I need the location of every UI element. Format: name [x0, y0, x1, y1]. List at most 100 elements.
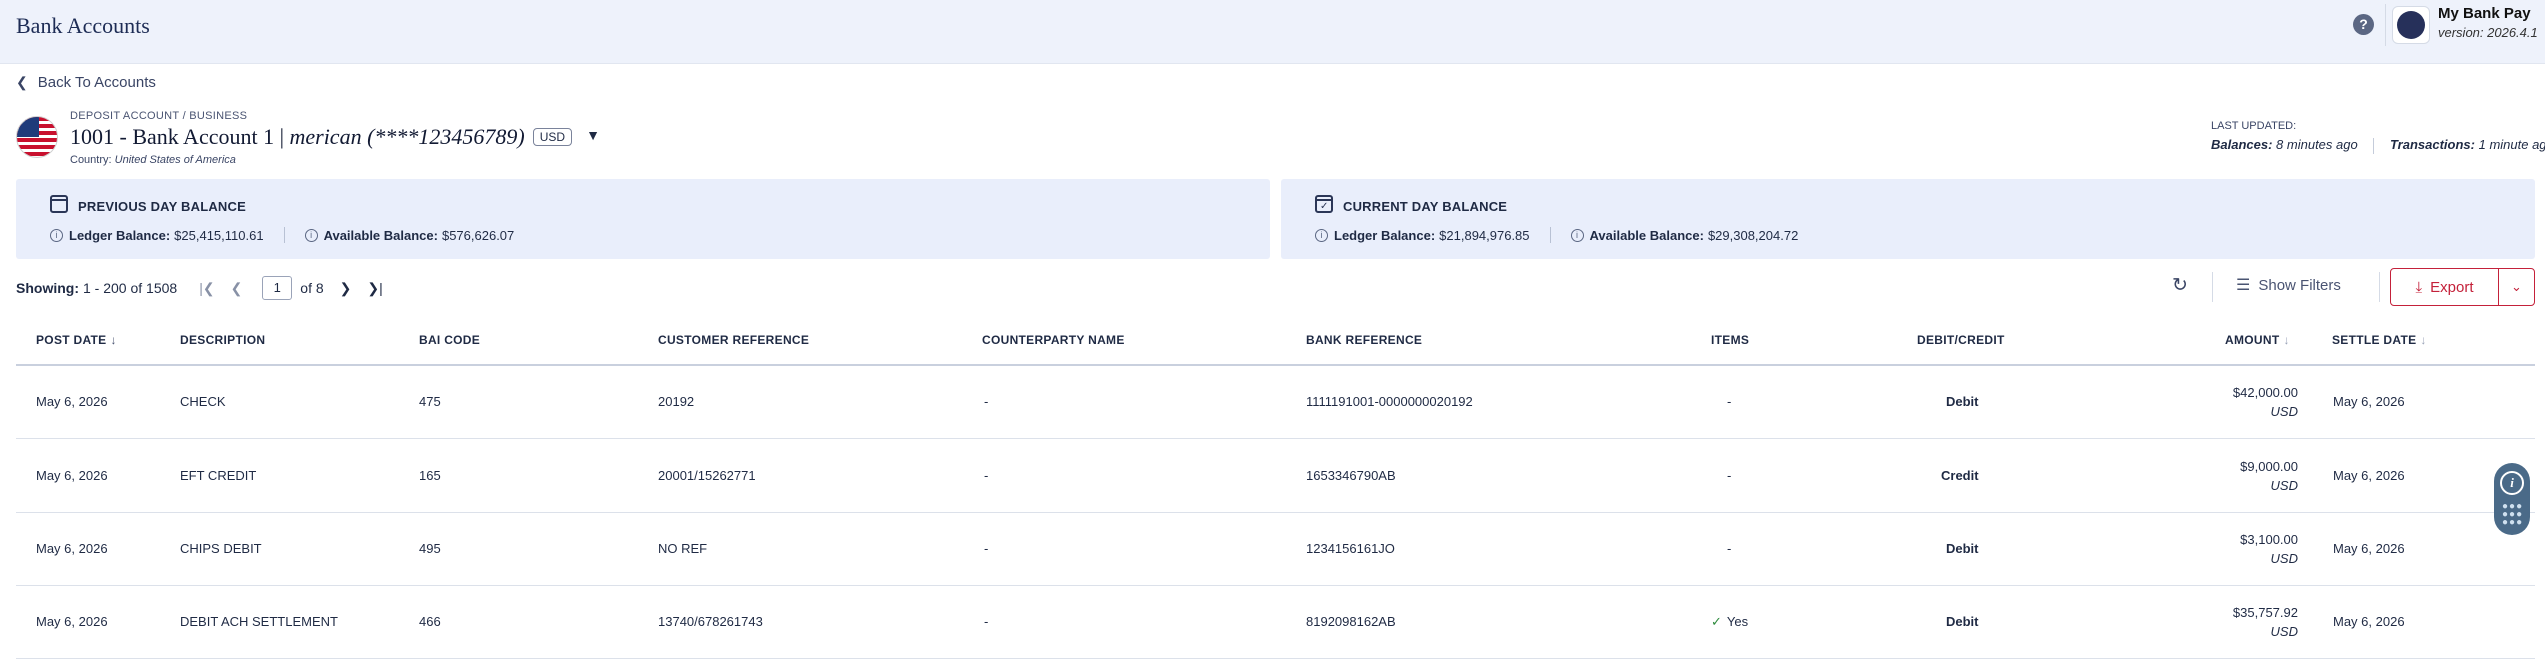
table-row[interactable]: May 6, 2026 CHECK 475 20192 - 1111191001…	[16, 366, 2535, 439]
show-filters-label: Show Filters	[2258, 276, 2341, 294]
column-label: BAI CODE	[419, 333, 481, 347]
column-label: POST DATE	[36, 333, 107, 347]
country-value: United States of America	[114, 154, 236, 166]
divider	[2385, 4, 2386, 46]
amount: $35,757.92 USD	[2233, 603, 2298, 641]
amount: $9,000.00 USD	[2240, 457, 2298, 495]
column-customer-reference[interactable]: CUSTOMER REFERENCE	[658, 333, 809, 347]
amount-currency: USD	[2270, 478, 2298, 493]
top-bar: Bank Accounts ? My Bank Pay version: 202…	[0, 0, 2545, 64]
description: CHECK	[180, 394, 226, 409]
divider	[283, 227, 285, 243]
column-counterparty-name[interactable]: COUNTERPARTY NAME	[982, 333, 1125, 347]
help-icon[interactable]: ?	[2353, 14, 2374, 35]
column-debit-credit[interactable]: DEBIT/CREDIT	[1917, 333, 2005, 347]
card-title: CURRENT DAY BALANCE	[1343, 199, 1508, 214]
divider	[2212, 272, 2213, 302]
account-type: DEPOSIT ACCOUNT / BUSINESS	[70, 110, 248, 122]
product-logo[interactable]	[2392, 6, 2430, 44]
table-row[interactable]: May 6, 2026 DEBIT ACH SETTLEMENT 466 137…	[16, 586, 2535, 659]
debit-credit: Debit	[1946, 394, 1979, 409]
column-bank-reference[interactable]: BANK REFERENCE	[1306, 333, 1422, 347]
customer-reference: NO REF	[658, 541, 708, 556]
amount-value: $3,100.00	[2240, 532, 2298, 547]
amount-currency: USD	[2270, 551, 2298, 566]
settle-date: May 6, 2026	[2333, 614, 2405, 629]
card-title: PREVIOUS DAY BALANCE	[78, 199, 246, 214]
settle-date: May 6, 2026	[2333, 394, 2405, 409]
items: -	[1727, 541, 1732, 556]
export-options-button[interactable]: ⌄	[2498, 268, 2535, 306]
column-label: DEBIT/CREDIT	[1917, 333, 2005, 347]
info-icon[interactable]: i	[304, 228, 318, 242]
column-amount[interactable]: AMOUNT ↓	[2225, 333, 2290, 347]
bank-reference: 1234156161JO	[1306, 541, 1395, 556]
table-header: POST DATE ↓ DESCRIPTION BAI CODE CUSTOMER…	[16, 320, 2535, 366]
currency-badge: USD	[532, 128, 573, 146]
page-number-input[interactable]: 1	[262, 276, 293, 300]
available-balance-value: $29,308,204.72	[1707, 227, 1799, 243]
back-to-accounts-link[interactable]: ❮ Back To Accounts	[16, 74, 156, 91]
next-page-icon[interactable]: ❯	[340, 280, 352, 297]
divider	[2379, 272, 2380, 302]
counterparty-name: -	[984, 394, 989, 409]
customer-reference: 13740/678261743	[658, 614, 763, 629]
description: DEBIT ACH SETTLEMENT	[180, 614, 338, 629]
table-row[interactable]: May 6, 2026 CHIPS DEBIT 495 NO REF - 123…	[16, 513, 2535, 586]
us-flag-icon	[16, 116, 58, 158]
amount-value: $35,757.92	[2232, 605, 2298, 620]
customer-reference: 20001/15262771	[658, 468, 756, 483]
last-updated-label: LAST UPDATED:	[2211, 120, 2297, 132]
balances-updated-value: 8 minutes ago	[2276, 137, 2358, 152]
divider	[2373, 137, 2375, 154]
description: EFT CREDIT	[180, 468, 257, 483]
balance-row: i Ledger Balance: $21,894,976.85 i Avail…	[1315, 227, 1798, 243]
info-icon[interactable]: i	[1570, 228, 1584, 242]
page-title: Bank Accounts	[16, 13, 150, 38]
available-balance-value: $576,626.07	[441, 227, 515, 243]
last-page-icon[interactable]: ❯|	[367, 280, 382, 297]
current-day-balance-card: ✓ CURRENT DAY BALANCE i Ledger Balance: …	[1281, 179, 2535, 259]
table-row[interactable]: May 6, 2026 EFT CREDIT 165 20001/1526277…	[16, 440, 2535, 513]
bai-code: 165	[419, 468, 441, 483]
column-label: CUSTOMER REFERENCE	[658, 333, 810, 347]
product-version: version: 2026.4.1	[2438, 25, 2538, 40]
first-page-icon[interactable]: |❮	[199, 280, 214, 297]
debit-credit: Credit	[1941, 468, 1979, 483]
bai-code: 466	[419, 614, 441, 629]
country-label: Country:	[70, 154, 112, 166]
refresh-icon[interactable]: ↻	[2170, 276, 2190, 296]
download-icon: ⤓	[2415, 278, 2423, 296]
info-icon[interactable]: i	[50, 228, 63, 242]
divider	[1549, 227, 1551, 243]
balances-updated-label: Balances:	[2211, 137, 2273, 152]
assistant-widget[interactable]: i ●●● ●●● ●●●	[2494, 463, 2530, 535]
counterparty-name: -	[984, 614, 989, 629]
column-description[interactable]: DESCRIPTION	[180, 333, 265, 347]
post-date: May 6, 2026	[36, 614, 108, 629]
check-icon: ✓	[1711, 614, 1722, 629]
account-number: merican (****123456789)	[289, 124, 525, 149]
column-items[interactable]: ITEMS	[1711, 333, 1749, 347]
column-settle-date[interactable]: SETTLE DATE ↓	[2332, 333, 2427, 347]
column-post-date[interactable]: POST DATE ↓	[36, 333, 117, 347]
column-label: COUNTERPARTY NAME	[982, 333, 1125, 347]
show-filters-button[interactable]: ☰ Show Filters	[2236, 275, 2341, 295]
transactions-updated-value: 1 minute ago	[2478, 137, 2545, 152]
sort-down-icon: ↓	[110, 333, 117, 347]
column-bai-code[interactable]: BAI CODE	[419, 333, 480, 347]
keypad-icon[interactable]: ●●● ●●● ●●●	[2502, 502, 2522, 528]
info-icon[interactable]: i	[1315, 228, 1328, 242]
available-balance-label: Available Balance:	[1589, 227, 1704, 243]
chevron-left-icon: ❮	[16, 74, 28, 90]
pagination: Showing: 1 - 200 of 1508 |❮ ❮ 1 of 8 ❯ ❯…	[16, 276, 383, 300]
account-dropdown-icon[interactable]: ▼	[586, 129, 600, 145]
bank-reference: 1653346790AB	[1306, 468, 1396, 483]
info-icon[interactable]: i	[2500, 471, 2524, 495]
showing-label: Showing:	[16, 280, 79, 296]
items-value: Yes	[1726, 614, 1749, 629]
prev-page-icon[interactable]: ❮	[231, 280, 243, 297]
previous-day-balance-card: PREVIOUS DAY BALANCE i Ledger Balance: $…	[16, 179, 1270, 259]
export-button[interactable]: ⤓ Export	[2390, 268, 2499, 306]
last-updated: Balances: 8 minutes ago Transactions: 1 …	[2211, 137, 2545, 154]
